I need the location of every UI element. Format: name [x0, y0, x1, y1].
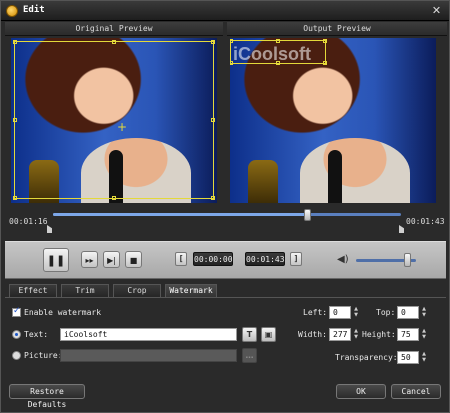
- left-input[interactable]: 0: [329, 306, 351, 319]
- cancel-button[interactable]: Cancel: [391, 384, 441, 399]
- output-preview[interactable]: iCoolsoft: [230, 38, 436, 203]
- ok-button[interactable]: OK: [336, 384, 386, 399]
- crop-handle-bottom-left[interactable]: [13, 196, 17, 200]
- picture-label: Picture:: [24, 351, 63, 360]
- close-icon[interactable]: ✕: [430, 4, 443, 17]
- original-preview[interactable]: +: [11, 38, 217, 203]
- width-input[interactable]: 277: [329, 328, 351, 341]
- tab-watermark[interactable]: Watermark: [165, 284, 217, 297]
- watermark-handle[interactable]: [323, 39, 327, 43]
- trim-start-marker[interactable]: [47, 225, 52, 233]
- watermark-text-overlay: iCoolsoft: [233, 44, 311, 64]
- width-spinner[interactable]: ▲ ▼: [352, 328, 360, 341]
- start-time: 00:01:16: [9, 217, 48, 226]
- progress-thumb[interactable]: [304, 209, 311, 221]
- statuette-image: [248, 160, 278, 203]
- output-preview-header: Output Preview: [227, 22, 447, 36]
- playback-controls: ❚❚ ▸▸ ▶| ■ [ 00:00:00 00:01:43 ] ◀): [5, 241, 446, 279]
- top-input[interactable]: 0: [397, 306, 419, 319]
- timeline: 00:01:16 00:01:43: [5, 206, 446, 238]
- volume-thumb[interactable]: [404, 253, 411, 267]
- crop-handle-top[interactable]: [112, 40, 116, 44]
- crop-handle-left[interactable]: [13, 118, 17, 122]
- crop-handle-right[interactable]: [211, 118, 215, 122]
- text-label: Text:: [24, 330, 49, 339]
- crop-handle-bottom[interactable]: [112, 196, 116, 200]
- restore-defaults-button[interactable]: Restore Defaults: [9, 384, 85, 409]
- original-preview-header: Original Preview: [5, 22, 223, 36]
- crop-handle-bottom-right[interactable]: [211, 196, 215, 200]
- end-time-field[interactable]: 00:01:43: [245, 252, 285, 266]
- watermark-handle[interactable]: [323, 61, 327, 65]
- picture-path-input[interactable]: [60, 349, 237, 362]
- set-end-button[interactable]: ]: [290, 252, 302, 266]
- text-color-icon[interactable]: ▣: [261, 327, 276, 342]
- end-time: 00:01:43: [406, 217, 445, 226]
- height-spinner[interactable]: ▲ ▼: [420, 328, 428, 341]
- next-frame-button[interactable]: ▸▸: [81, 251, 98, 268]
- font-icon[interactable]: T: [242, 327, 257, 342]
- left-spinner[interactable]: ▲ ▼: [352, 306, 360, 319]
- text-radio[interactable]: [12, 330, 21, 339]
- edit-tabs: Effect Trim Crop Watermark: [5, 284, 446, 297]
- watermark-panel: Enable watermark Text: iCoolsoft T ▣ Pic…: [5, 297, 446, 377]
- watermark-handle[interactable]: [230, 39, 233, 43]
- enable-watermark-checkbox[interactable]: [12, 306, 21, 317]
- height-input[interactable]: 75: [397, 328, 419, 341]
- tab-trim[interactable]: Trim: [61, 284, 109, 297]
- width-label: Width:: [298, 330, 327, 339]
- watermark-box[interactable]: iCoolsoft: [230, 39, 327, 65]
- height-label: Height:: [362, 330, 396, 339]
- stop-button[interactable]: ■: [125, 251, 142, 268]
- transparency-input[interactable]: 50: [397, 351, 419, 364]
- step-button[interactable]: ▶|: [103, 251, 120, 268]
- crop-handle-top-right[interactable]: [211, 40, 215, 44]
- app-icon: [6, 5, 18, 17]
- crosshair-icon: +: [117, 120, 128, 134]
- crop-selection-box[interactable]: +: [13, 40, 215, 200]
- progress-track[interactable]: [53, 213, 401, 216]
- start-time-field[interactable]: 00:00:00: [193, 252, 233, 266]
- top-spinner[interactable]: ▲ ▼: [420, 306, 428, 319]
- volume-icon[interactable]: ◀): [337, 254, 349, 265]
- pause-button[interactable]: ❚❚: [43, 248, 69, 272]
- left-label: Left:: [303, 308, 328, 317]
- person-image: [300, 138, 410, 203]
- progress-fill: [53, 213, 307, 216]
- edit-window: Edit ✕ Original Preview Output Preview +: [0, 0, 450, 413]
- title-bar: Edit ✕: [1, 1, 449, 21]
- crop-handle-top-left[interactable]: [13, 40, 17, 44]
- top-label: Top:: [376, 308, 396, 317]
- transparency-spinner[interactable]: ▲ ▼: [420, 351, 428, 364]
- window-title: Edit: [23, 5, 45, 15]
- browse-button[interactable]: …: [242, 348, 257, 363]
- trim-end-marker[interactable]: [399, 225, 404, 233]
- enable-watermark-label: Enable watermark: [24, 308, 102, 317]
- set-start-button[interactable]: [: [175, 252, 187, 266]
- watermark-handle[interactable]: [276, 39, 280, 43]
- tab-effect[interactable]: Effect: [9, 284, 57, 297]
- picture-radio[interactable]: [12, 351, 21, 360]
- microphone-image: [328, 150, 342, 203]
- watermark-text-input[interactable]: iCoolsoft: [60, 328, 237, 341]
- transparency-label: Transparency:: [335, 353, 398, 362]
- tab-crop[interactable]: Crop: [113, 284, 161, 297]
